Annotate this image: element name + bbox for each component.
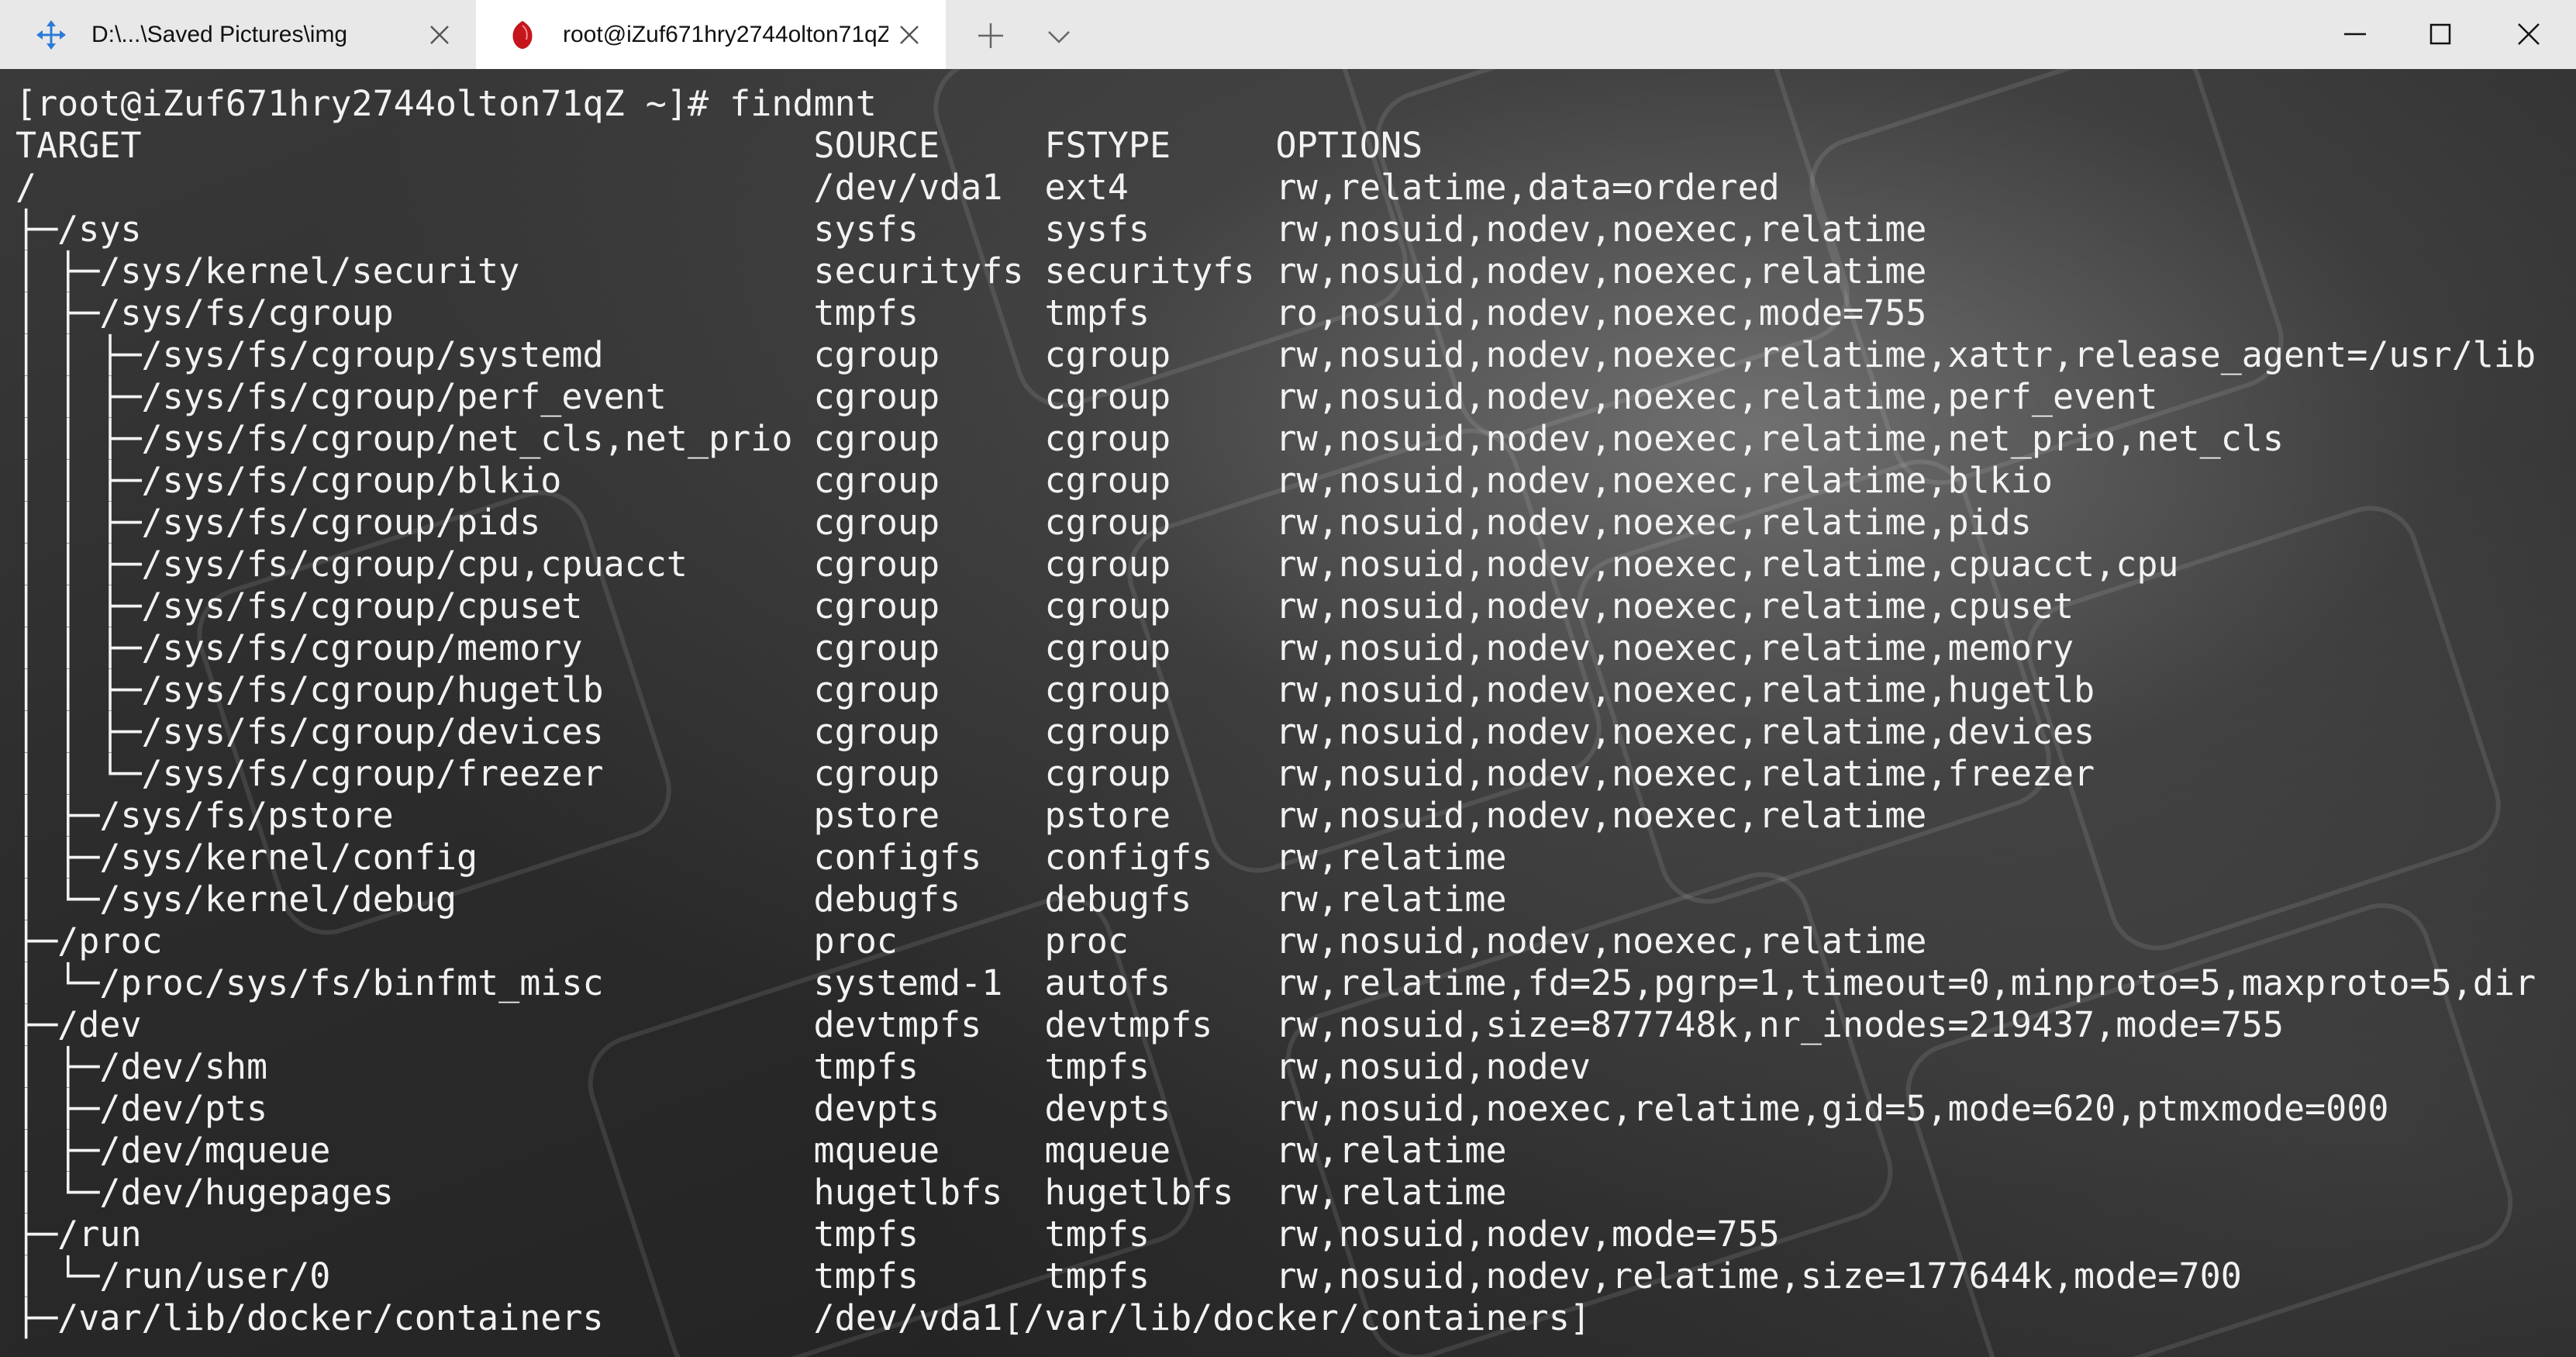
terminal-pane[interactable]: [root@iZuf671hry2744olton71qZ ~]# findmn… <box>0 69 2576 1357</box>
plus-icon[interactable] <box>975 20 1006 51</box>
move-arrows-icon <box>34 18 68 52</box>
mount-entry-line: │ ├─/sys/kernel/security securityfs secu… <box>16 250 1927 292</box>
mount-entry-line: │ │ ├─/sys/fs/cgroup/perf_event cgroup c… <box>16 376 2158 417</box>
mount-entry-line: │ ├─/dev/pts devpts devpts rw,nosuid,noe… <box>16 1088 2389 1129</box>
mount-entry-line: │ └─/proc/sys/fs/binfmt_misc systemd-1 a… <box>16 962 2536 1003</box>
mount-entry-line: │ └─/sys/kernel/debug debugfs debugfs rw… <box>16 879 1507 920</box>
terminal-output: [root@iZuf671hry2744olton71qZ ~]# findmn… <box>16 83 2536 1339</box>
mount-entry-line: │ ├─/dev/mqueue mqueue mqueue rw,relatim… <box>16 1130 1507 1171</box>
mount-entry-line: ├─/sys sysfs sysfs rw,nosuid,nodev,noexe… <box>16 209 1927 250</box>
mount-entry-line: │ │ ├─/sys/fs/cgroup/hugetlb cgroup cgro… <box>16 669 2095 710</box>
mount-entry-line: ├─/run tmpfs tmpfs rw,nosuid,nodev,mode=… <box>16 1214 1780 1255</box>
chevron-down-icon[interactable] <box>1044 22 1074 51</box>
tab-title: D:\...\Saved Pictures\img <box>91 21 348 47</box>
mount-entry-line: │ │ ├─/sys/fs/cgroup/pids cgroup cgroup … <box>16 502 2032 543</box>
tab-saved-pictures[interactable]: D:\...\Saved Pictures\img <box>0 0 476 69</box>
mount-entry-line: │ ├─/sys/fs/cgroup tmpfs tmpfs ro,nosuid… <box>16 292 1927 333</box>
mount-entry-line: │ ├─/dev/shm tmpfs tmpfs rw,nosuid,nodev <box>16 1046 1591 1087</box>
mount-entry-line: │ └─/dev/hugepages hugetlbfs hugetlbfs r… <box>16 1172 1507 1213</box>
close-tab-icon[interactable] <box>426 22 453 48</box>
tab-title: root@iZuf671hry2744olton71qZ <box>563 21 888 47</box>
mount-entry-line: │ │ └─/sys/fs/cgroup/freezer cgroup cgro… <box>16 753 2095 794</box>
mount-entry-line: / /dev/vda1 ext4 rw,relatime,data=ordere… <box>16 167 1780 208</box>
close-icon[interactable] <box>2512 17 2546 51</box>
mount-entry-line: │ └─/run/user/0 tmpfs tmpfs rw,nosuid,no… <box>16 1255 2242 1297</box>
title-bar: D:\...\Saved Pictures\img root@iZuf671hr… <box>0 0 2576 69</box>
mount-entry-line: ├─/dev devtmpfs devtmpfs rw,nosuid,size=… <box>16 1004 2284 1045</box>
mount-entry-line: │ ├─/sys/fs/pstore pstore pstore rw,nosu… <box>16 795 1927 836</box>
close-tab-icon[interactable] <box>896 22 922 48</box>
minimize-icon[interactable] <box>2338 17 2372 51</box>
mount-entry-line: │ │ ├─/sys/fs/cgroup/net_cls,net_prio cg… <box>16 418 2284 459</box>
ruby-icon <box>505 18 540 52</box>
maximize-icon[interactable] <box>2423 17 2457 51</box>
mount-entry-line: ├─/proc proc proc rw,nosuid,nodev,noexec… <box>16 920 1927 962</box>
mount-entry-line: │ │ ├─/sys/fs/cgroup/devices cgroup cgro… <box>16 711 2095 752</box>
mount-entry-line: │ │ ├─/sys/fs/cgroup/cpuset cgroup cgrou… <box>16 585 2074 627</box>
mount-entry-line: ├─/var/lib/docker/containers /dev/vda1[/… <box>16 1297 1591 1338</box>
mount-entry-line: │ │ ├─/sys/fs/cgroup/memory cgroup cgrou… <box>16 627 2074 668</box>
mount-entry-line: │ │ ├─/sys/fs/cgroup/systemd cgroup cgro… <box>16 334 2536 375</box>
output-header-line: TARGET SOURCE FSTYPE OPTIONS <box>16 125 1423 166</box>
mount-entry-line: │ ├─/sys/kernel/config configfs configfs… <box>16 837 1507 878</box>
mount-entry-line: │ │ ├─/sys/fs/cgroup/blkio cgroup cgroup… <box>16 460 2053 501</box>
command-prompt-line: [root@iZuf671hry2744olton71qZ ~]# findmn… <box>16 83 877 124</box>
mount-entry-line: │ │ ├─/sys/fs/cgroup/cpu,cpuacct cgroup … <box>16 544 2179 585</box>
tab-root-terminal[interactable]: root@iZuf671hry2744olton71qZ <box>476 0 946 69</box>
